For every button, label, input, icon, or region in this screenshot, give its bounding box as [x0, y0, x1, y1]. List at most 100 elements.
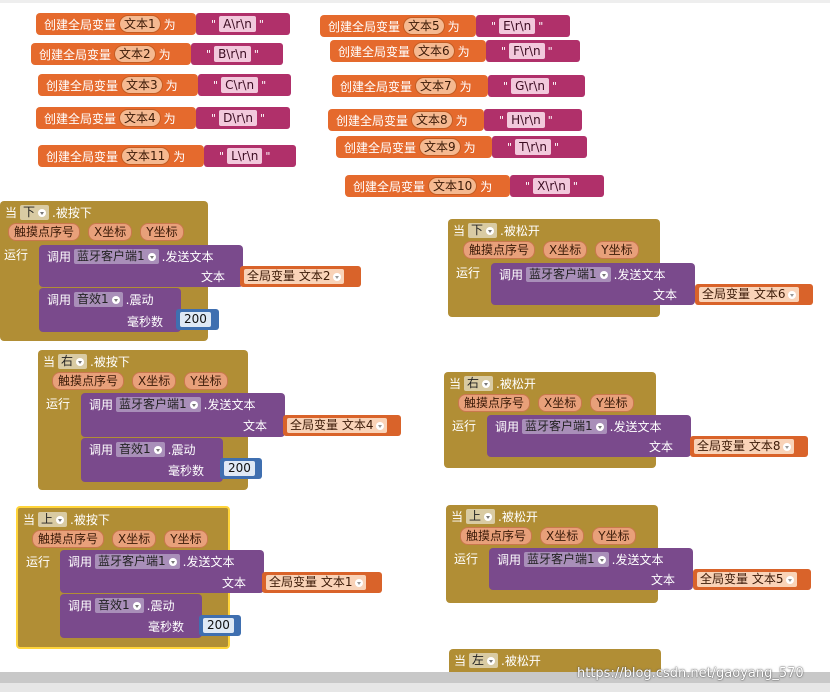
component-dropdown[interactable]: 蓝牙客户端1 [95, 554, 180, 569]
call-bt-send[interactable]: 调用 蓝牙客户端1 .发送文本 文本 [489, 548, 693, 590]
var-name-field[interactable]: 文本4 [119, 109, 161, 127]
global-var-block[interactable]: 创建全局变量 文本5 为 " E\r\n " [320, 15, 570, 37]
string-block[interactable]: " H\r\n " [484, 109, 582, 131]
button-dropdown[interactable]: 下 [20, 205, 50, 220]
var-name-field[interactable]: 文本2 [114, 45, 156, 63]
param-x[interactable]: X坐标 [132, 372, 177, 390]
string-value[interactable]: F\r\n [509, 43, 545, 59]
param-x[interactable]: X坐标 [540, 527, 585, 545]
var-name-field[interactable]: 文本9 [419, 138, 461, 156]
param-touch-index[interactable]: 触摸点序号 [52, 372, 125, 390]
var-name-field[interactable]: 文本10 [428, 177, 478, 195]
get-global-var[interactable]: 全局变量 文本4 [283, 415, 401, 436]
get-global-var[interactable]: 全局变量 文本5 [693, 569, 811, 590]
var-name-field[interactable]: 文本6 [413, 42, 455, 60]
number-value[interactable]: 200 [180, 312, 211, 327]
global-var-block[interactable]: 创建全局变量 文本8 为 " H\r\n " [328, 109, 582, 131]
component-dropdown[interactable]: 蓝牙客户端1 [524, 552, 609, 567]
component-dropdown[interactable]: 音效1 [95, 598, 144, 613]
string-value[interactable]: C\r\n [221, 77, 259, 93]
button-dropdown[interactable]: 下 [468, 223, 498, 238]
var-dropdown[interactable]: 全局变量 文本8 [694, 439, 795, 454]
var-name-field[interactable]: 文本11 [121, 147, 171, 165]
get-global-var[interactable]: 全局变量 文本6 [695, 284, 813, 305]
call-vibrate[interactable]: 调用 音效1 .震动 毫秒数 [39, 288, 181, 332]
string-block[interactable]: " F\r\n " [486, 40, 580, 62]
param-x[interactable]: X坐标 [112, 530, 157, 548]
param-x[interactable]: X坐标 [538, 394, 583, 412]
call-bt-send[interactable]: 调用 蓝牙客户端1 .发送文本 文本 [60, 550, 264, 593]
string-value[interactable]: T\r\n [515, 139, 552, 155]
param-y[interactable]: Y坐标 [184, 372, 228, 390]
button-dropdown[interactable]: 右 [464, 376, 494, 391]
global-var-block[interactable]: 创建全局变量 文本2 为 " B\r\n " [31, 43, 283, 65]
string-block[interactable]: " D\r\n " [196, 107, 290, 129]
string-block[interactable]: " L\r\n " [204, 145, 296, 167]
param-x[interactable]: X坐标 [543, 241, 588, 259]
string-block[interactable]: " X\r\n " [510, 175, 604, 197]
var-dropdown[interactable]: 全局变量 文本1 [266, 575, 367, 590]
string-block[interactable]: " C\r\n " [198, 74, 291, 96]
call-bt-send[interactable]: 调用 蓝牙客户端1 .发送文本 文本 [39, 245, 243, 287]
component-dropdown[interactable]: 音效1 [74, 292, 123, 307]
call-bt-send[interactable]: 调用 蓝牙客户端1 .发送文本 文本 [491, 263, 695, 305]
param-touch-index[interactable]: 触摸点序号 [463, 241, 536, 259]
param-y[interactable]: Y坐标 [590, 394, 634, 412]
var-dropdown[interactable]: 全局变量 文本5 [697, 572, 798, 587]
component-dropdown[interactable]: 音效1 [116, 442, 165, 457]
param-x[interactable]: X坐标 [88, 223, 133, 241]
button-dropdown[interactable]: 上 [466, 509, 496, 524]
param-y[interactable]: Y坐标 [140, 223, 184, 241]
param-y[interactable]: Y坐标 [595, 241, 639, 259]
string-block[interactable]: " G\r\n " [488, 75, 585, 97]
var-name-field[interactable]: 文本1 [119, 15, 161, 33]
param-touch-index[interactable]: 触摸点序号 [458, 394, 531, 412]
string-block[interactable]: " B\r\n " [191, 43, 283, 65]
component-dropdown[interactable]: 蓝牙客户端1 [522, 419, 607, 434]
get-global-var[interactable]: 全局变量 文本8 [690, 436, 808, 457]
number-block[interactable]: 200 [220, 458, 262, 479]
var-name-field[interactable]: 文本7 [415, 77, 457, 95]
var-name-field[interactable]: 文本3 [121, 76, 163, 94]
string-value[interactable]: A\r\n [219, 16, 256, 32]
number-value[interactable]: 200 [224, 461, 255, 476]
global-var-block[interactable]: 创建全局变量 文本1 为 " A\r\n " [36, 13, 290, 35]
button-dropdown[interactable]: 左 [469, 653, 499, 668]
param-y[interactable]: Y坐标 [164, 530, 208, 548]
var-dropdown[interactable]: 全局变量 文本6 [699, 287, 800, 302]
button-dropdown[interactable]: 右 [58, 354, 88, 369]
var-dropdown[interactable]: 全局变量 文本4 [287, 418, 388, 433]
component-dropdown[interactable]: 蓝牙客户端1 [526, 267, 611, 282]
var-name-field[interactable]: 文本5 [403, 17, 445, 35]
component-dropdown[interactable]: 蓝牙客户端1 [116, 397, 201, 412]
number-block[interactable]: 200 [199, 615, 241, 636]
button-dropdown[interactable]: 上 [38, 512, 68, 527]
param-touch-index[interactable]: 触摸点序号 [8, 223, 81, 241]
global-var-block[interactable]: 创建全局变量 文本10 为 " X\r\n " [345, 175, 604, 197]
string-value[interactable]: H\r\n [507, 112, 545, 128]
var-name-field[interactable]: 文本8 [411, 111, 453, 129]
number-block[interactable]: 200 [176, 309, 219, 330]
call-bt-send[interactable]: 调用 蓝牙客户端1 .发送文本 文本 [487, 415, 691, 457]
string-value[interactable]: X\r\n [533, 178, 570, 194]
global-var-block[interactable]: 创建全局变量 文本7 为 " G\r\n " [332, 75, 585, 97]
string-block[interactable]: " A\r\n " [196, 13, 290, 35]
call-vibrate[interactable]: 调用 音效1 .震动 毫秒数 [60, 594, 202, 638]
call-bt-send[interactable]: 调用 蓝牙客户端1 .发送文本 文本 [81, 393, 285, 437]
string-value[interactable]: B\r\n [214, 46, 251, 62]
string-value[interactable]: E\r\n [499, 18, 536, 34]
get-global-var[interactable]: 全局变量 文本2 [240, 266, 361, 287]
global-var-block[interactable]: 创建全局变量 文本9 为 " T\r\n " [336, 136, 587, 158]
string-block[interactable]: " T\r\n " [492, 136, 587, 158]
global-var-block[interactable]: 创建全局变量 文本11 为 " L\r\n " [38, 145, 296, 167]
param-touch-index[interactable]: 触摸点序号 [460, 527, 533, 545]
global-var-block[interactable]: 创建全局变量 文本4 为 " D\r\n " [36, 107, 290, 129]
param-y[interactable]: Y坐标 [592, 527, 636, 545]
component-dropdown[interactable]: 蓝牙客户端1 [74, 249, 159, 264]
call-vibrate[interactable]: 调用 音效1 .震动 毫秒数 [81, 438, 223, 482]
global-var-block[interactable]: 创建全局变量 文本3 为 " C\r\n " [38, 74, 291, 96]
number-value[interactable]: 200 [203, 618, 234, 633]
global-var-block[interactable]: 创建全局变量 文本6 为 " F\r\n " [330, 40, 580, 62]
var-dropdown[interactable]: 全局变量 文本2 [244, 269, 345, 284]
string-block[interactable]: " E\r\n " [476, 15, 570, 37]
